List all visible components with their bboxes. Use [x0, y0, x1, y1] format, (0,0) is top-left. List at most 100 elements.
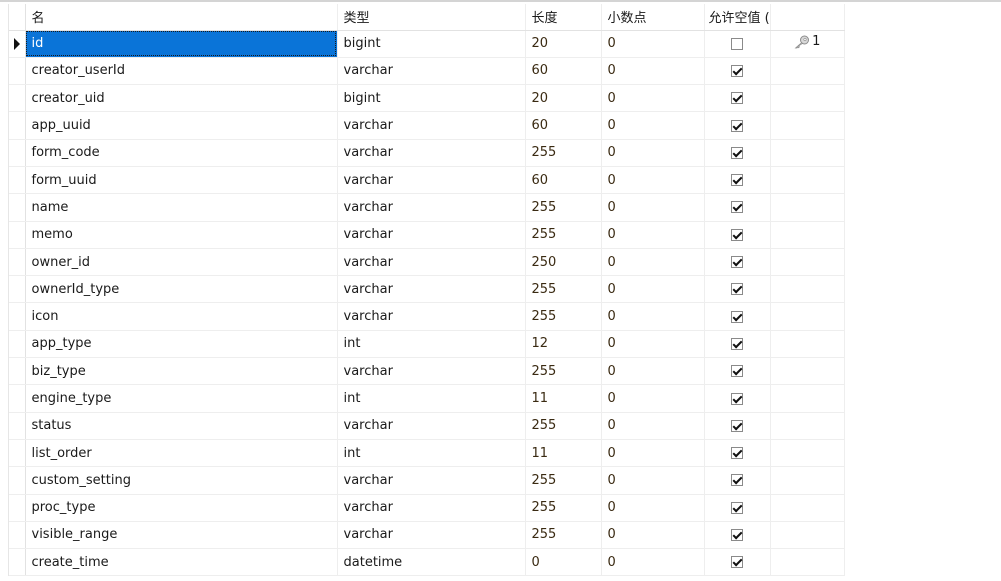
- column-header-nullable[interactable]: 允许空值 (: [704, 4, 771, 31]
- field-length-cell[interactable]: 11: [525, 384, 602, 413]
- field-key-cell[interactable]: [770, 384, 845, 413]
- field-nullable-cell[interactable]: [704, 30, 771, 58]
- field-length-cell[interactable]: 255: [525, 521, 602, 550]
- nullable-checkbox[interactable]: [731, 64, 744, 77]
- field-nullable-cell[interactable]: [704, 302, 771, 331]
- field-key-cell[interactable]: [770, 412, 845, 440]
- field-type-cell[interactable]: datetime: [337, 548, 526, 577]
- field-decimals-cell[interactable]: 0: [601, 111, 705, 140]
- field-key-cell[interactable]: [770, 111, 845, 140]
- field-decimals-cell[interactable]: 0: [601, 166, 705, 195]
- field-key-cell[interactable]: [770, 166, 845, 195]
- field-decimals-cell[interactable]: 0: [601, 84, 705, 113]
- field-decimals-cell[interactable]: 0: [601, 302, 705, 331]
- field-decimals-cell[interactable]: 0: [601, 275, 705, 304]
- field-key-cell[interactable]: [770, 221, 845, 249]
- field-type-cell[interactable]: varchar: [337, 57, 526, 86]
- field-type-cell[interactable]: varchar: [337, 302, 526, 331]
- row-indicator[interactable]: [9, 357, 26, 386]
- field-nullable-cell[interactable]: [704, 357, 771, 386]
- field-length-cell[interactable]: 255: [525, 221, 602, 249]
- field-nullable-cell[interactable]: [704, 494, 771, 522]
- nullable-checkbox[interactable]: [731, 283, 744, 296]
- field-name-cell[interactable]: custom_setting: [25, 466, 338, 495]
- field-type-cell[interactable]: varchar: [337, 275, 526, 304]
- field-decimals-cell[interactable]: 0: [601, 248, 705, 277]
- field-length-cell[interactable]: 20: [525, 30, 602, 58]
- field-length-cell[interactable]: 255: [525, 193, 602, 222]
- field-name-cell[interactable]: biz_type: [25, 357, 338, 386]
- field-row[interactable]: engine_type int 11 0: [9, 384, 845, 413]
- row-indicator[interactable]: [9, 30, 26, 58]
- field-row[interactable]: creator_userId varchar 60 0: [9, 57, 845, 86]
- field-nullable-cell[interactable]: [704, 548, 771, 577]
- nullable-checkbox[interactable]: [731, 37, 744, 50]
- field-type-cell[interactable]: int: [337, 439, 526, 468]
- row-indicator[interactable]: [9, 166, 26, 195]
- row-indicator[interactable]: [9, 275, 26, 304]
- row-indicator[interactable]: [9, 439, 26, 468]
- field-length-cell[interactable]: 12: [525, 330, 602, 359]
- row-indicator[interactable]: [9, 302, 26, 331]
- field-type-cell[interactable]: int: [337, 330, 526, 359]
- column-header-length[interactable]: 长度: [525, 4, 602, 31]
- field-row[interactable]: status varchar 255 0: [9, 412, 845, 440]
- field-key-cell[interactable]: [770, 302, 845, 331]
- field-nullable-cell[interactable]: [704, 330, 771, 359]
- field-key-cell[interactable]: [770, 84, 845, 113]
- nullable-checkbox[interactable]: [731, 174, 744, 187]
- field-row[interactable]: memo varchar 255 0: [9, 221, 845, 249]
- field-nullable-cell[interactable]: [704, 412, 771, 440]
- field-row[interactable]: owner_id varchar 250 0: [9, 248, 845, 277]
- row-indicator[interactable]: [9, 548, 26, 577]
- field-key-cell[interactable]: [770, 466, 845, 495]
- field-key-cell[interactable]: [770, 439, 845, 468]
- field-decimals-cell[interactable]: 0: [601, 521, 705, 550]
- nullable-checkbox[interactable]: [731, 556, 744, 569]
- row-indicator[interactable]: [9, 494, 26, 522]
- row-indicator[interactable]: [9, 221, 26, 249]
- field-length-cell[interactable]: 0: [525, 548, 602, 577]
- field-row[interactable]: biz_type varchar 255 0: [9, 357, 845, 386]
- field-row[interactable]: app_uuid varchar 60 0: [9, 111, 845, 140]
- field-length-cell[interactable]: 11: [525, 439, 602, 468]
- field-decimals-cell[interactable]: 0: [601, 412, 705, 440]
- row-indicator[interactable]: [9, 139, 26, 167]
- field-name-cell[interactable]: form_uuid: [25, 166, 338, 195]
- field-key-cell[interactable]: [770, 57, 845, 86]
- row-indicator[interactable]: [9, 57, 26, 86]
- row-indicator[interactable]: [9, 412, 26, 440]
- nullable-checkbox[interactable]: [731, 337, 744, 350]
- field-name-cell[interactable]: id: [25, 30, 338, 58]
- field-name-cell[interactable]: proc_type: [25, 494, 338, 522]
- field-name-cell[interactable]: owner_id: [25, 248, 338, 277]
- field-row[interactable]: custom_setting varchar 255 0: [9, 466, 845, 495]
- field-decimals-cell[interactable]: 0: [601, 30, 705, 58]
- field-key-cell[interactable]: [770, 193, 845, 222]
- row-indicator[interactable]: [9, 384, 26, 413]
- field-decimals-cell[interactable]: 0: [601, 221, 705, 249]
- field-type-cell[interactable]: varchar: [337, 111, 526, 140]
- field-decimals-cell[interactable]: 0: [601, 384, 705, 413]
- field-row[interactable]: visible_range varchar 255 0: [9, 521, 845, 550]
- field-row[interactable]: creator_uid bigint 20 0: [9, 84, 845, 113]
- nullable-checkbox[interactable]: [731, 392, 744, 405]
- field-nullable-cell[interactable]: [704, 384, 771, 413]
- field-type-cell[interactable]: varchar: [337, 248, 526, 277]
- field-length-cell[interactable]: 255: [525, 275, 602, 304]
- field-row[interactable]: ownerId_type varchar 255 0: [9, 275, 845, 304]
- field-decimals-cell[interactable]: 0: [601, 330, 705, 359]
- field-length-cell[interactable]: 60: [525, 111, 602, 140]
- field-type-cell[interactable]: varchar: [337, 166, 526, 195]
- field-key-cell[interactable]: [770, 139, 845, 167]
- field-length-cell[interactable]: 255: [525, 412, 602, 440]
- field-type-cell[interactable]: varchar: [337, 357, 526, 386]
- nullable-checkbox[interactable]: [731, 201, 744, 214]
- field-nullable-cell[interactable]: [704, 57, 771, 86]
- field-key-cell[interactable]: [770, 548, 845, 577]
- field-key-cell[interactable]: 1: [770, 30, 845, 58]
- field-nullable-cell[interactable]: [704, 221, 771, 249]
- field-length-cell[interactable]: 60: [525, 57, 602, 86]
- nullable-checkbox[interactable]: [731, 447, 744, 460]
- nullable-checkbox[interactable]: [731, 119, 744, 132]
